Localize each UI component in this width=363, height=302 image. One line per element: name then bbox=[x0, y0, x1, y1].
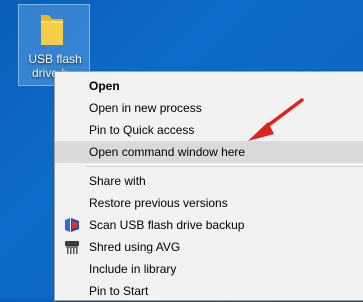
menu-item-include-library[interactable]: Include in library bbox=[55, 258, 363, 280]
menu-separator bbox=[85, 166, 363, 167]
menu-item-pin-start[interactable]: Pin to Start bbox=[55, 280, 363, 302]
malwarebytes-icon bbox=[65, 218, 79, 232]
menu-item-label: Include in library bbox=[89, 262, 177, 276]
menu-item-scan[interactable]: Scan USB flash drive backup bbox=[55, 214, 363, 236]
menu-item-label: Open in new process bbox=[89, 101, 202, 115]
menu-item-shred[interactable]: Shred using AVG bbox=[55, 236, 363, 258]
menu-item-open-new-process[interactable]: Open in new process bbox=[55, 97, 363, 119]
context-menu: Open Open in new process Pin to Quick ac… bbox=[54, 71, 363, 301]
menu-item-label: Pin to Quick access bbox=[89, 123, 195, 137]
shredder-icon bbox=[65, 241, 79, 254]
menu-item-label: Pin to Start bbox=[89, 284, 149, 298]
menu-item-label: Share with bbox=[89, 174, 146, 188]
menu-item-open[interactable]: Open bbox=[55, 75, 363, 97]
folder-icon bbox=[41, 15, 63, 45]
menu-item-label: Scan USB flash drive backup bbox=[89, 218, 245, 232]
menu-item-share-with[interactable]: Share with bbox=[55, 170, 363, 192]
menu-item-pin-quick-access[interactable]: Pin to Quick access bbox=[55, 119, 363, 141]
menu-item-label: Shred using AVG bbox=[89, 240, 181, 254]
menu-item-restore-versions[interactable]: Restore previous versions bbox=[55, 192, 363, 214]
menu-item-open-command-window[interactable]: Open command window here bbox=[55, 141, 363, 163]
desktop: USB flash drive b... Open Open in new pr… bbox=[0, 0, 363, 301]
menu-item-label: Open command window here bbox=[89, 145, 246, 159]
menu-item-label: Open bbox=[89, 79, 120, 93]
menu-item-label: Restore previous versions bbox=[89, 196, 228, 210]
